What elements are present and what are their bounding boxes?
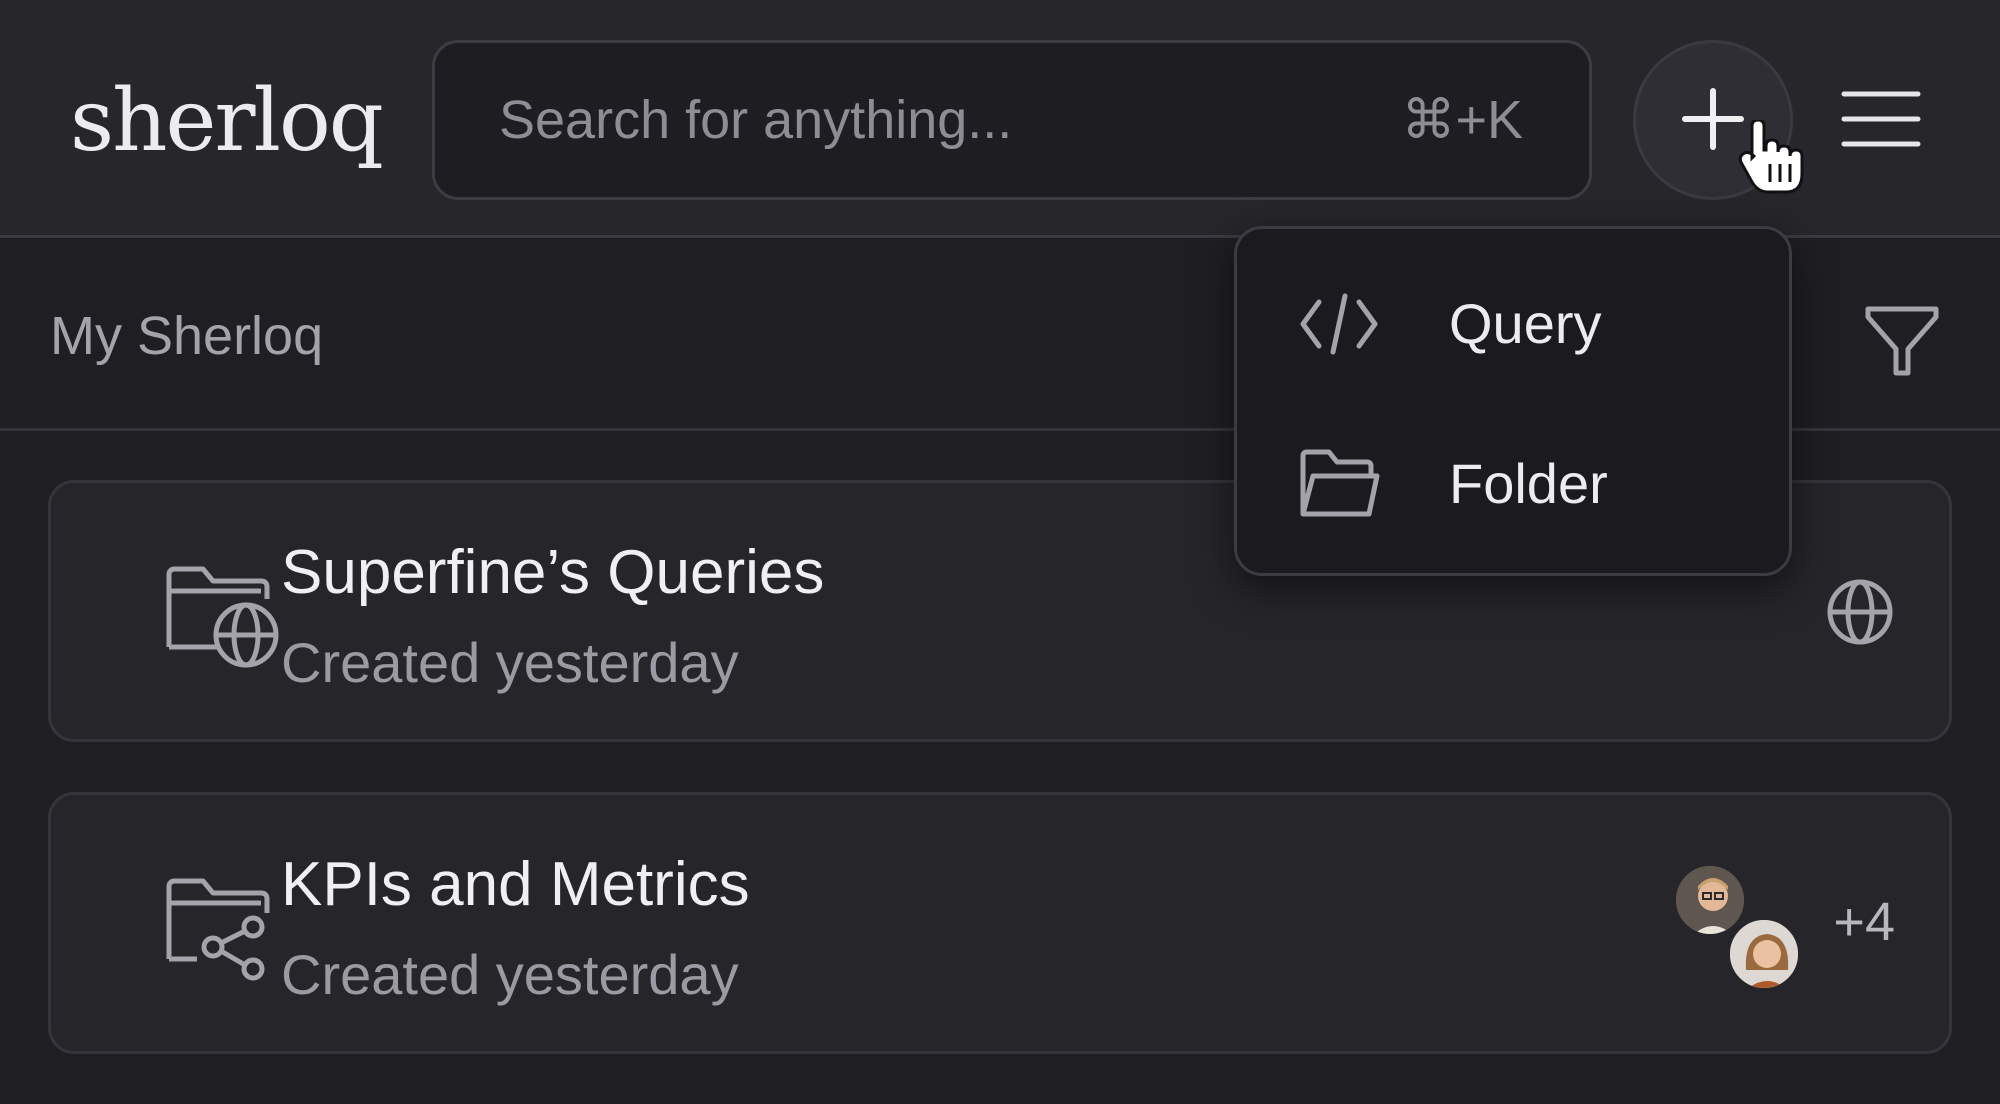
- menu-item-label: Query: [1449, 292, 1602, 355]
- member-avatars[interactable]: [1673, 863, 1803, 993]
- menu-item-folder[interactable]: Folder: [1237, 409, 1789, 559]
- pointer-cursor-icon: [1738, 120, 1804, 194]
- folder-globe-icon: [166, 566, 279, 668]
- extra-members-count[interactable]: +4: [1833, 887, 1895, 957]
- new-item-dropdown: Query Folder: [1234, 226, 1792, 576]
- folder-card[interactable]: KPIs and Metrics Created yesterday +4: [48, 792, 1952, 1054]
- logo[interactable]: sherloq: [70, 66, 384, 176]
- search-placeholder: Search for anything...: [499, 90, 1013, 150]
- search-shortcut-hint: ⌘+K: [1401, 90, 1523, 150]
- folder-open-icon: [1300, 449, 1380, 517]
- filter-icon[interactable]: [1862, 301, 1942, 381]
- globe-icon[interactable]: [1825, 577, 1895, 647]
- search-input[interactable]: Search for anything... ⌘+K: [432, 40, 1592, 200]
- folder-share-icon: [166, 878, 270, 981]
- page-title: My Sherloq: [50, 306, 324, 366]
- folder-title: KPIs and Metrics: [281, 850, 750, 919]
- folder-created: Created yesterday: [281, 943, 739, 1006]
- menu-item-label: Folder: [1449, 452, 1608, 515]
- top-bar: sherloq Search for anything... ⌘+K: [0, 0, 2000, 238]
- folder-created: Created yesterday: [281, 631, 739, 694]
- avatar: [1727, 917, 1801, 991]
- folder-title: Superfine’s Queries: [281, 538, 825, 607]
- avatar: [1673, 863, 1747, 937]
- menu-item-query[interactable]: Query: [1237, 249, 1789, 399]
- code-icon: [1300, 293, 1378, 355]
- hamburger-menu-icon[interactable]: [1838, 84, 1924, 154]
